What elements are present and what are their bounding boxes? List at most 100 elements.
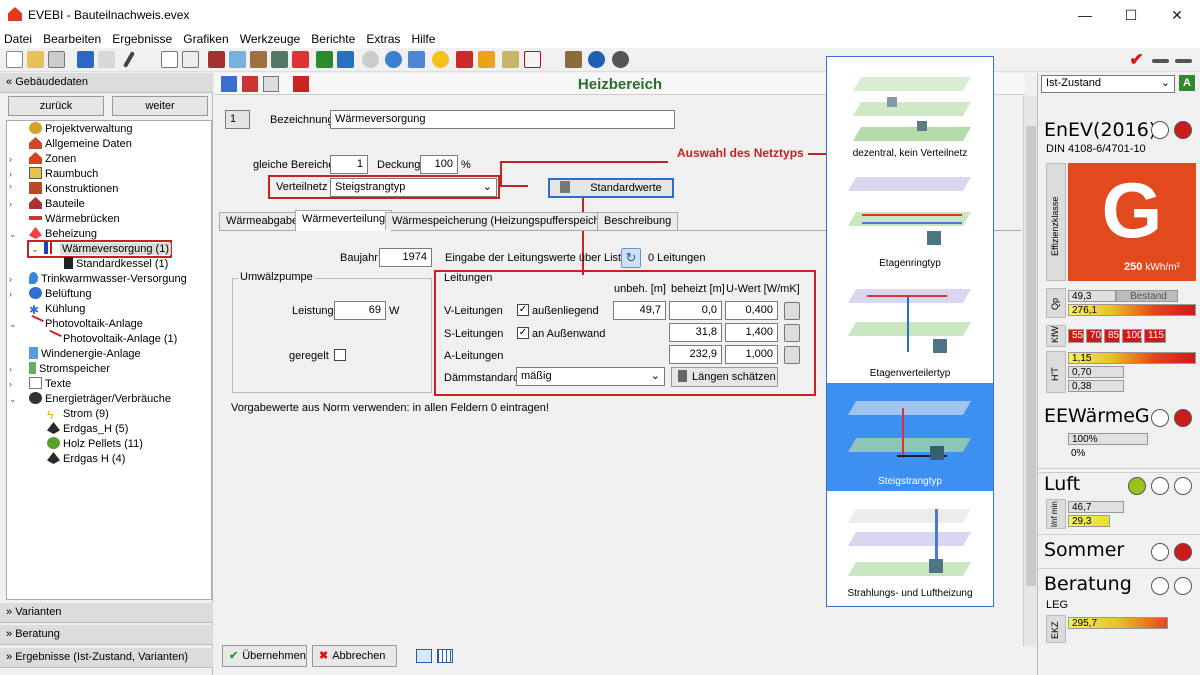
report-icon[interactable] <box>565 51 582 68</box>
tree-item-energietraeger[interactable]: Energieträger/Verbräuche <box>29 392 171 407</box>
wand-icon[interactable] <box>123 51 135 68</box>
tree-item-allgemeine-daten[interactable]: Allgemeine Daten <box>29 137 132 152</box>
coin-icon[interactable] <box>478 51 495 68</box>
tab-waermeabgabe[interactable]: Wärmeabgabe <box>219 212 306 230</box>
laengen-schaetzen-button[interactable]: Längen schätzen <box>671 367 778 387</box>
collapse-icon[interactable]: ⌄ <box>9 319 17 330</box>
export-icon[interactable] <box>77 51 94 68</box>
minimize-button[interactable]: — <box>1062 0 1108 30</box>
ventilation-icon[interactable] <box>337 51 354 68</box>
netztyp-etagenverteiler[interactable]: Etagenverteilertyp <box>827 277 993 383</box>
netztyp-strahlung-luft[interactable]: Strahlungs- und Luftheizung <box>827 497 993 603</box>
expand-icon[interactable]: › <box>9 181 12 191</box>
search-icon[interactable] <box>362 51 379 68</box>
tab-waermespeicherung[interactable]: Wärmespeicherung (Heizungspufferspeicher… <box>385 212 621 230</box>
arrow-icon[interactable] <box>1152 59 1169 63</box>
window-icon[interactable] <box>229 51 246 68</box>
arrow-left-icon[interactable] <box>1175 59 1192 63</box>
baujahr-input[interactable]: 1974 <box>379 248 432 267</box>
uebernehmen-button[interactable]: ✔ Übernehmen <box>222 645 307 667</box>
v-uwert-input[interactable]: 0,400 <box>725 301 778 320</box>
collapse-icon[interactable]: ⌄ <box>9 229 17 240</box>
gleiche-bereiche-input[interactable]: 1 <box>330 155 368 174</box>
expand-icon[interactable]: › <box>9 364 12 374</box>
tree-item-raumbuch[interactable]: Raumbuch <box>29 167 98 182</box>
tree-item-waermebruecken[interactable]: Wärmebrücken <box>29 212 120 227</box>
menu-hilfe[interactable]: Hilfe <box>407 30 439 46</box>
state-select[interactable]: Ist-Zustand ⌄ <box>1041 75 1175 93</box>
close-button[interactable]: ✕ <box>1154 0 1200 30</box>
tree-item-holz-pellets[interactable]: Holz Pellets (11) <box>47 437 143 452</box>
fan-icon[interactable] <box>385 51 402 68</box>
dena-icon[interactable] <box>98 51 115 68</box>
power-icon[interactable] <box>456 51 473 68</box>
help-icon[interactable] <box>588 51 605 68</box>
new-file-icon[interactable] <box>6 51 23 68</box>
checkmark-icon[interactable]: ✔ <box>1128 51 1145 68</box>
tree-item-waermeversorgung[interactable]: Wärmeversorgung (1) <box>44 242 171 257</box>
section-header-varianten[interactable]: » Varianten <box>0 603 213 623</box>
info-icon[interactable] <box>612 51 629 68</box>
calculator-icon[interactable] <box>784 302 800 320</box>
menu-berichte[interactable]: Berichte <box>307 30 359 46</box>
expand-icon[interactable]: › <box>9 379 12 389</box>
daemmstandard-select[interactable]: mäßig ⌄ <box>516 367 665 386</box>
refresh-icon[interactable]: ↻ <box>621 248 641 268</box>
geregelt-checkbox[interactable] <box>334 349 346 361</box>
pages-icon[interactable] <box>182 51 199 68</box>
v-beheizt-input[interactable]: 0,0 <box>669 301 722 320</box>
calendar-icon[interactable] <box>416 649 432 663</box>
collapse-icon[interactable]: ⌄ <box>9 394 17 405</box>
grid-icon[interactable] <box>316 51 333 68</box>
menu-werkzeuge[interactable]: Werkzeuge <box>236 30 304 46</box>
section-header-ergebnisse[interactable]: » Ergebnisse (Ist-Zustand, Varianten) <box>0 648 213 668</box>
s-beheizt-input[interactable]: 31,8 <box>669 323 722 342</box>
v-unbeheizt-input[interactable]: 49,7 <box>613 301 666 320</box>
menu-grafiken[interactable]: Grafiken <box>179 30 232 46</box>
radiator-icon[interactable] <box>292 51 309 68</box>
back-button[interactable]: zurück <box>8 96 104 116</box>
s-uwert-input[interactable]: 1,400 <box>725 323 778 342</box>
tree-item-kuehlung[interactable]: ✱ Kühlung <box>29 302 85 317</box>
a-uwert-input[interactable]: 1,000 <box>725 345 778 364</box>
building-icon[interactable] <box>208 51 225 68</box>
tree-item-projektverwaltung[interactable]: Projektverwaltung <box>29 122 132 137</box>
tab-waermeverteilung[interactable]: Wärmeverteilung <box>295 210 393 231</box>
expand-icon[interactable]: › <box>9 199 12 209</box>
an-aussenwand-checkbox[interactable]: ✓ <box>517 327 529 339</box>
abbrechen-button[interactable]: ✖ Abbrechen <box>312 645 397 667</box>
netztyp-steigstrang[interactable]: Steigstrangtyp <box>827 383 993 491</box>
wall-icon[interactable] <box>250 51 267 68</box>
vertical-scrollbar[interactable] <box>1023 96 1037 646</box>
tree-item-windenergie[interactable]: Windenergie-Anlage <box>29 347 141 362</box>
section-header-beratung[interactable]: » Beratung <box>0 625 213 645</box>
section-header-gebaeudedaten[interactable]: « Gebäudedaten <box>0 73 213 93</box>
table-icon[interactable] <box>437 649 453 663</box>
netztyp-etagenring[interactable]: Etagenringtyp <box>827 167 993 273</box>
tree-item-photovoltaik-1[interactable]: Photovoltaik-Anlage (1) <box>45 329 177 347</box>
snowflake-icon[interactable] <box>408 51 425 68</box>
tree-item-standardkessel[interactable]: Standardkessel (1) <box>64 257 168 272</box>
copy-icon[interactable] <box>48 51 65 68</box>
tree-item-erdgas-h-4[interactable]: Erdgas H (4) <box>47 452 125 467</box>
tree-item-texte[interactable]: Texte <box>29 377 71 392</box>
expand-icon[interactable]: › <box>9 154 12 164</box>
a-icon[interactable]: A <box>1179 75 1195 91</box>
open-folder-icon[interactable] <box>27 51 44 68</box>
network-icon[interactable] <box>271 51 288 68</box>
expand-icon[interactable]: › <box>9 274 12 284</box>
tree-item-belueftung[interactable]: Belüftung <box>29 287 91 302</box>
forward-button[interactable]: weiter <box>112 96 208 116</box>
menu-extras[interactable]: Extras <box>362 30 404 46</box>
tree-item-zonen[interactable]: Zonen <box>29 152 76 167</box>
maximize-button[interactable]: ☐ <box>1108 0 1154 30</box>
netztyp-dezentral[interactable]: dezentral, kein Verteilnetz <box>827 57 993 163</box>
tree-item-konstruktionen[interactable]: Konstruktionen <box>29 182 118 197</box>
tree-item-strom[interactable]: ϟ Strom (9) <box>47 407 109 422</box>
menu-datei[interactable]: Datei <box>0 30 36 46</box>
deckung-input[interactable]: 100 <box>420 155 458 174</box>
tree-item-bauteile[interactable]: Bauteile <box>29 197 85 212</box>
tree-item-erdgas-h-5[interactable]: Erdgas_H (5) <box>47 422 128 437</box>
expand-icon[interactable]: › <box>9 169 12 179</box>
document-icon[interactable] <box>161 51 178 68</box>
